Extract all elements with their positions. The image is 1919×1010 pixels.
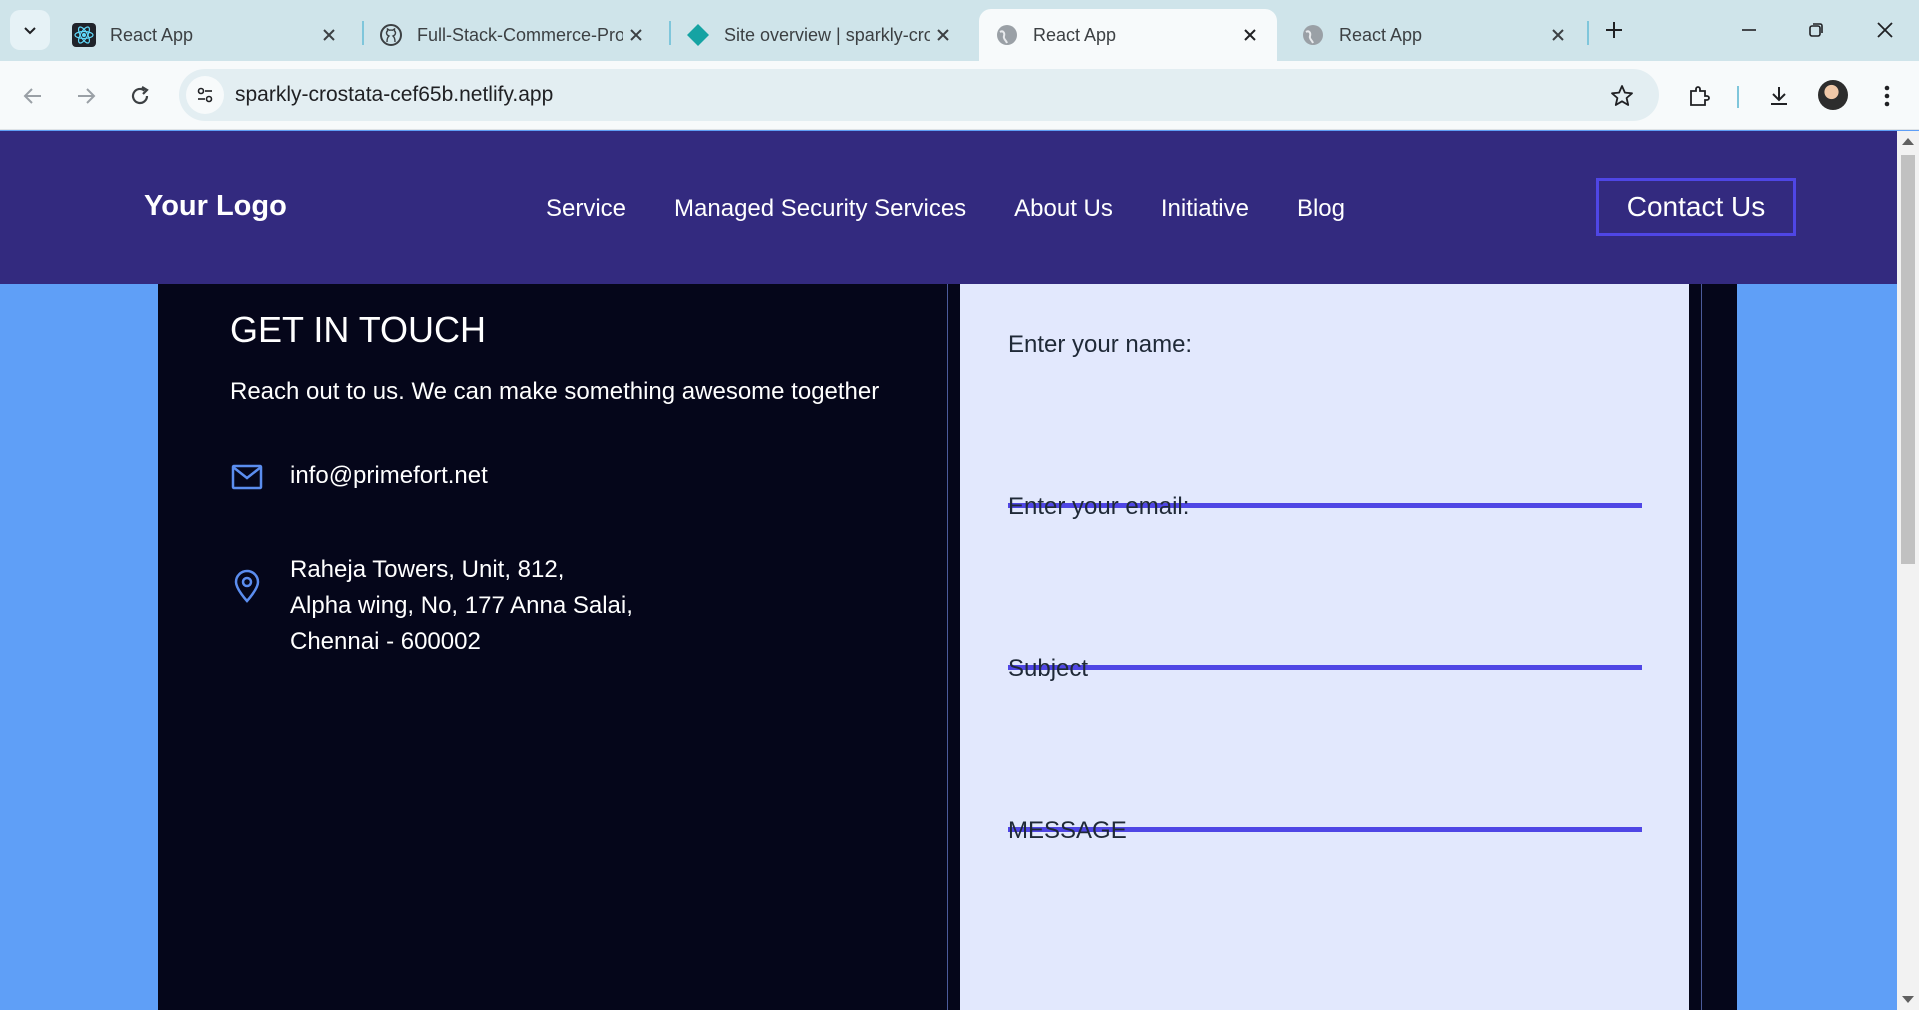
contact-us-button[interactable]: Contact Us: [1596, 178, 1796, 236]
address-bar[interactable]: sparkly-crostata-cef65b.netlify.app: [179, 69, 1659, 121]
close-icon: [1877, 22, 1893, 38]
close-icon[interactable]: [930, 22, 956, 48]
reload-icon: [131, 86, 149, 105]
forward-button[interactable]: [67, 77, 105, 115]
tune-icon: [197, 87, 213, 103]
close-icon[interactable]: [1545, 22, 1571, 48]
restore-button[interactable]: [1793, 10, 1839, 50]
contact-email[interactable]: info@primefort.net: [290, 462, 488, 490]
section-divider: [1701, 284, 1702, 1010]
restore-icon: [1809, 23, 1823, 37]
react-icon: [72, 23, 96, 47]
scrollbar-thumb[interactable]: [1901, 155, 1915, 564]
address-line: Raheja Towers, Unit, 812,: [290, 556, 565, 583]
plus-icon: [1606, 22, 1622, 38]
page-scrollbar[interactable]: [1897, 131, 1919, 1010]
tab-search-button[interactable]: [10, 10, 50, 50]
github-icon: [379, 23, 403, 47]
map-pin-icon: [229, 568, 265, 604]
url-text[interactable]: sparkly-crostata-cef65b.netlify.app: [235, 83, 553, 107]
site-info-button[interactable]: [186, 76, 224, 114]
tab-react-app-3[interactable]: React App: [1285, 9, 1585, 61]
scroll-down-arrow[interactable]: [1902, 996, 1914, 1003]
bookmark-button[interactable]: [1607, 81, 1637, 111]
arrow-right-icon: [78, 88, 96, 104]
site-logo[interactable]: Your Logo: [144, 190, 287, 223]
scroll-up-arrow[interactable]: [1902, 138, 1914, 145]
close-icon[interactable]: [1237, 22, 1263, 48]
mail-icon: [229, 459, 265, 495]
star-icon: [1611, 85, 1633, 106]
minimize-icon: [1742, 29, 1756, 31]
more-vertical-icon: [1884, 85, 1890, 107]
address-line: Chennai - 600002: [290, 628, 481, 655]
back-button[interactable]: [14, 77, 52, 115]
extensions-button[interactable]: [1680, 77, 1718, 115]
contact-subtitle: Reach out to us. We can make something a…: [230, 378, 880, 405]
email-label: Enter your email:: [1008, 493, 1190, 520]
close-window-button[interactable]: [1862, 10, 1908, 50]
nav-link-initiative[interactable]: Initiative: [1161, 195, 1249, 223]
menu-button[interactable]: [1868, 77, 1906, 115]
email-input[interactable]: [1008, 630, 1642, 670]
message-label: MESSAGE: [1008, 817, 1127, 844]
name-label: Enter your name:: [1008, 331, 1193, 358]
tab-react-app-1[interactable]: React App: [56, 9, 356, 61]
tab-title: Full-Stack-Commerce-Project: [417, 24, 623, 45]
nav-link-blog[interactable]: Blog: [1297, 195, 1345, 223]
nav-link-service[interactable]: Service: [546, 195, 626, 223]
tab-title: React App: [1339, 24, 1423, 45]
tab-title: React App: [1033, 24, 1117, 45]
nav-link-managed-security[interactable]: Managed Security Services: [674, 195, 966, 223]
page-viewport: Your Logo Service Managed Security Servi…: [0, 131, 1897, 1010]
nav-link-about-us[interactable]: About Us: [1014, 195, 1113, 223]
globe-icon: [1301, 23, 1325, 47]
contact-heading: GET IN TOUCH: [230, 309, 487, 350]
new-tab-button[interactable]: [1598, 14, 1630, 46]
section-divider: [947, 284, 948, 1010]
close-icon[interactable]: [316, 22, 342, 48]
chevron-down-icon: [24, 27, 36, 35]
browser-toolbar: sparkly-crostata-cef65b.netlify.app: [0, 61, 1919, 130]
arrow-left-icon: [23, 88, 41, 104]
tab-title: React App: [110, 24, 194, 45]
tab-react-app-active[interactable]: React App: [979, 9, 1277, 61]
minimize-button[interactable]: [1726, 10, 1772, 50]
tab-separator: [1587, 21, 1589, 45]
subject-label: Subject: [1008, 655, 1089, 682]
tab-github[interactable]: Full-Stack-Commerce-Project: [363, 9, 663, 61]
contact-address: Raheja Towers, Unit, 812, Alpha wing, No…: [290, 552, 633, 660]
tab-netlify[interactable]: Site overview | sparkly-crostata: [670, 9, 970, 61]
address-line: Alpha wing, No, 177 Anna Salai,: [290, 592, 633, 619]
netlify-icon: [686, 23, 710, 47]
reload-button[interactable]: [121, 77, 159, 115]
site-navbar: Your Logo Service Managed Security Servi…: [0, 131, 1897, 284]
toolbar-separator: [1737, 86, 1739, 108]
puzzle-icon: [1690, 86, 1710, 106]
tab-strip: React App Full-Stack-Commerce-Project Si…: [0, 0, 1919, 61]
globe-icon: [995, 23, 1019, 47]
download-icon: [1771, 87, 1787, 105]
close-icon[interactable]: [623, 22, 649, 48]
profile-avatar[interactable]: [1818, 80, 1848, 110]
downloads-button[interactable]: [1760, 77, 1798, 115]
nav-links: Service Managed Security Services About …: [546, 195, 1393, 223]
tab-title: Site overview | sparkly-crostata: [724, 24, 930, 45]
